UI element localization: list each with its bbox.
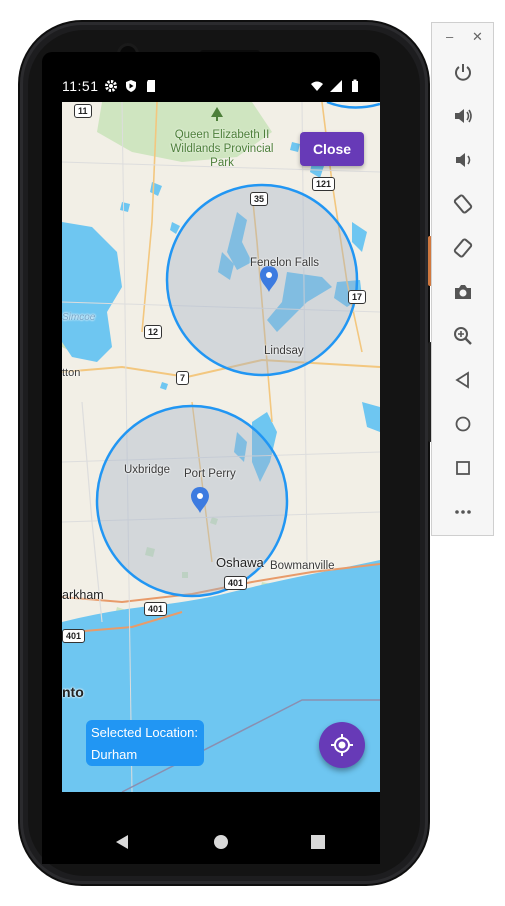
- map-label-uxbridge: Uxbridge: [124, 464, 171, 476]
- map-label-ton: tton: [62, 367, 81, 379]
- device-screen: 11:51 Queen Elizabeth II Wildlands Provi…: [42, 52, 380, 820]
- battery-icon: [352, 79, 358, 92]
- map-label-markham: arkham: [62, 588, 104, 602]
- highway-shield: 35: [250, 192, 269, 206]
- highway-shield: 401: [62, 629, 86, 643]
- my-location-button[interactable]: [319, 722, 365, 768]
- highway-shield: 11: [74, 104, 92, 118]
- highway-shield: 401: [144, 602, 168, 616]
- highway-shield: 12: [144, 325, 163, 339]
- map-label-simcoe: Simcoe: [62, 312, 96, 323]
- home-icon[interactable]: [449, 410, 477, 438]
- highway-shield: 121: [312, 177, 336, 191]
- map-label-oshawa: Oshawa: [216, 555, 264, 570]
- android-nav-bar: [42, 820, 380, 864]
- map-label-port-perry: Port Perry: [184, 468, 236, 480]
- more-icon[interactable]: [449, 498, 477, 526]
- map-tiles[interactable]: [62, 102, 380, 792]
- toolbar-window-controls: – ✕: [432, 29, 493, 47]
- cell-signal-icon: [330, 80, 342, 92]
- selected-location-value: Durham: [91, 747, 138, 762]
- map-label-fenelon-falls: Fenelon Falls: [250, 257, 320, 269]
- rotate-right-icon[interactable]: [449, 234, 477, 262]
- map-label-bowmanville: Bowmanville: [270, 560, 335, 572]
- map-view[interactable]: Queen Elizabeth II Wildlands Provincial …: [62, 102, 380, 792]
- close-window-button[interactable]: ✕: [472, 29, 483, 45]
- status-bar: 11:51: [42, 74, 380, 100]
- status-system-icons: [310, 79, 362, 93]
- selected-location-label: Selected Location:: [91, 725, 198, 740]
- highway-shield: 17: [348, 290, 367, 304]
- overview-icon[interactable]: [449, 454, 477, 482]
- settings-gear-icon: [105, 80, 117, 92]
- volume-up-icon[interactable]: [449, 102, 477, 130]
- highway-shield: 7: [176, 371, 190, 385]
- sd-card-icon: [147, 80, 155, 92]
- back-icon[interactable]: [449, 366, 477, 394]
- home-circle-icon[interactable]: [211, 832, 231, 852]
- selected-location-box: Selected Location: Durham: [86, 720, 204, 766]
- wifi-icon: [311, 81, 323, 91]
- rotate-left-icon[interactable]: [449, 190, 477, 218]
- power-icon[interactable]: [449, 58, 477, 86]
- close-button[interactable]: Close: [300, 132, 364, 166]
- status-notification-icons: [104, 79, 158, 93]
- map-label-toronto: nto: [62, 684, 84, 700]
- region-circle-top-partial: [326, 102, 380, 109]
- park-label-text: Queen Elizabeth II Wildlands Provincial …: [170, 129, 274, 169]
- back-triangle-icon[interactable]: [112, 832, 132, 852]
- my-location-icon: [331, 734, 353, 756]
- emulator-toolbar: – ✕: [431, 22, 494, 536]
- play-shield-icon: [126, 80, 136, 92]
- minimize-button[interactable]: –: [446, 29, 453, 44]
- volume-down-icon[interactable]: [449, 146, 477, 174]
- map-label-lindsay: Lindsay: [264, 345, 304, 357]
- zoom-icon[interactable]: [449, 322, 477, 350]
- highway-shield: 401: [224, 576, 248, 590]
- map-label-park: Queen Elizabeth II Wildlands Provincial …: [158, 128, 286, 170]
- status-time: 11:51: [62, 78, 99, 94]
- camera-icon[interactable]: [449, 278, 477, 306]
- recents-square-icon[interactable]: [308, 832, 328, 852]
